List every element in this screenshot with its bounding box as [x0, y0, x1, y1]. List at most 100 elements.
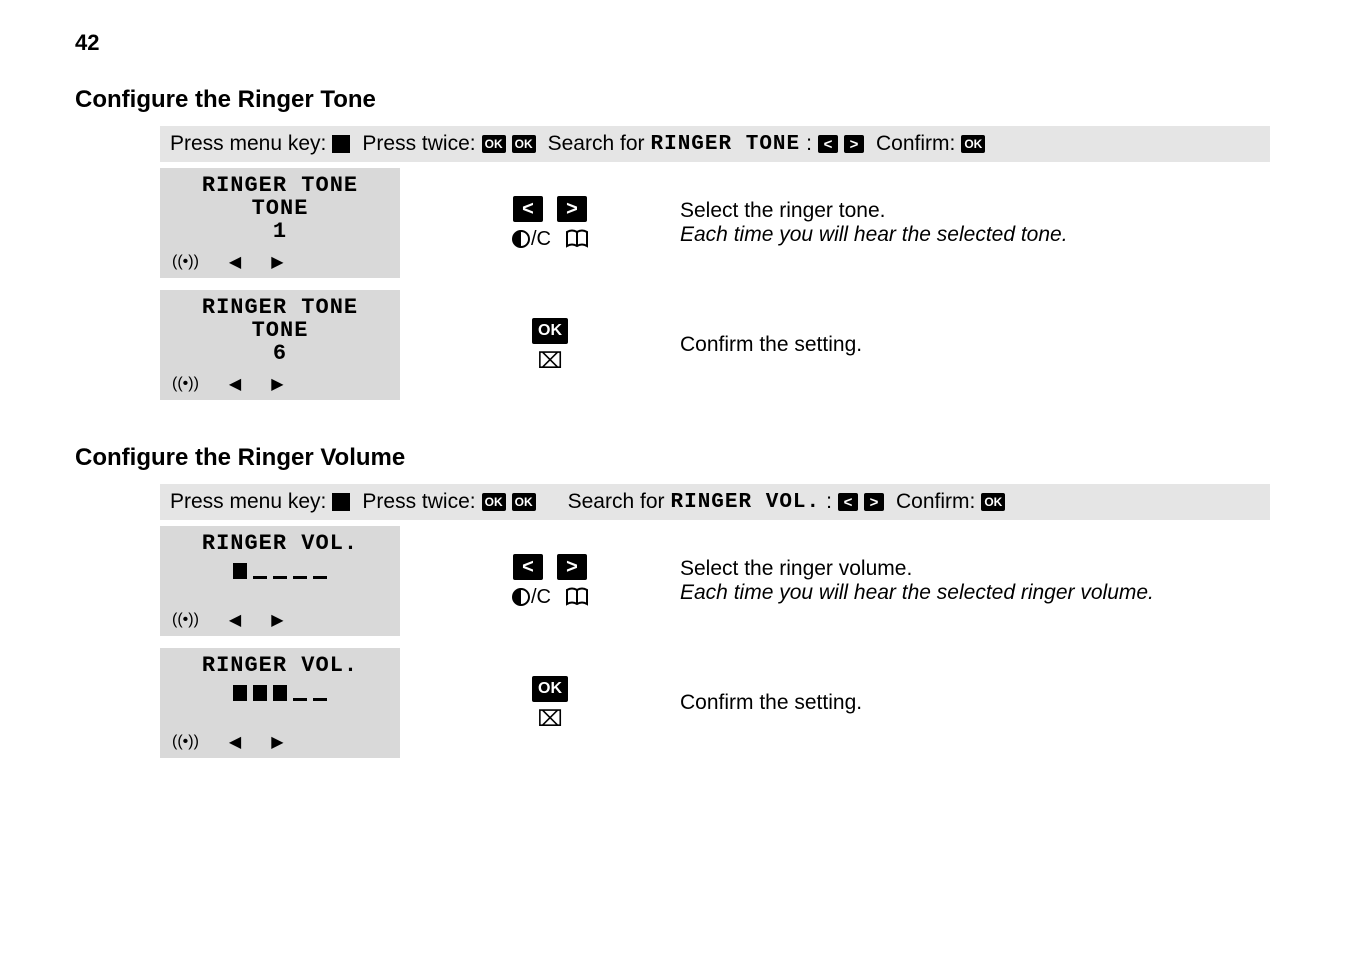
page-number: 42: [75, 30, 1270, 56]
menu-key-icon: [332, 135, 350, 153]
lcd-line: RINGER VOL.: [168, 654, 392, 677]
control-icons: OK ⌧: [440, 318, 660, 372]
right-triangle-icon: ▶: [271, 374, 283, 394]
ok-icon: OK: [532, 676, 568, 702]
right-triangle-icon: ▶: [271, 252, 283, 272]
search-target: RINGER VOL.: [671, 491, 821, 514]
instruction-bar-volume: Press menu key: Press twice: OK OK Searc…: [160, 484, 1270, 520]
step-description: Select the ringer tone. Each time you wi…: [680, 199, 1270, 247]
volume-bars: [168, 559, 392, 579]
left-arrow-icon: <: [838, 493, 858, 511]
volume-bar-empty: [293, 698, 307, 701]
ok-icon: OK: [512, 135, 536, 153]
menu-key-icon: [332, 493, 350, 511]
lcd-display: RINGER TONE TONE 1 ((•)) ◀ ▶: [160, 168, 400, 278]
ok-icon: OK: [981, 493, 1005, 511]
book-icon: [565, 587, 589, 607]
step-row-tone-confirm: RINGER TONE TONE 6 ((•)) ◀ ▶ OK ⌧ Confir…: [160, 284, 1270, 406]
lcd-line: TONE: [168, 197, 392, 220]
instr-search: Search for RINGER TONE: < >: [548, 132, 864, 156]
label: Press menu key:: [170, 132, 326, 156]
volume-bar-empty: [313, 698, 327, 701]
lcd-line: TONE: [168, 319, 392, 342]
lcd-display: RINGER VOL. ((•)) ◀ ▶: [160, 526, 400, 636]
desc-main: Select the ringer tone.: [680, 199, 1270, 223]
manual-page: 42 Configure the Ringer Tone Press menu …: [0, 0, 1345, 804]
section-title-ringer-tone: Configure the Ringer Tone: [75, 86, 1270, 114]
control-icons: < > /C: [440, 196, 660, 251]
book-icon: [565, 229, 589, 249]
ok-icon: OK: [482, 135, 506, 153]
instr-press-menu: Press menu key:: [170, 132, 350, 156]
control-icons: OK ⌧: [440, 676, 660, 730]
signal-icon: ((•)): [172, 375, 199, 393]
lcd-display: RINGER TONE TONE 6 ((•)) ◀ ▶: [160, 290, 400, 400]
step-row-vol-confirm: RINGER VOL. ((•)) ◀ ▶ OK ⌧ Confirm the s…: [160, 642, 1270, 764]
volume-bar-empty: [273, 576, 287, 579]
right-triangle-icon: ▶: [271, 732, 283, 752]
right-arrow-icon: >: [844, 135, 864, 153]
volume-bar-empty: [293, 576, 307, 579]
moon-c-icon: /C: [511, 586, 551, 609]
label: Search for: [548, 132, 645, 156]
lcd-line: RINGER TONE: [168, 174, 392, 197]
search-target: RINGER TONE: [651, 133, 801, 156]
control-icons: < > /C: [440, 554, 660, 609]
lcd-line: 1: [168, 220, 392, 243]
left-arrow-icon: <: [513, 554, 543, 580]
ok-icon: OK: [482, 493, 506, 511]
label: Confirm:: [876, 132, 955, 156]
section-title-ringer-volume: Configure the Ringer Volume: [75, 444, 1270, 472]
volume-bars: [168, 681, 392, 701]
left-triangle-icon: ◀: [229, 610, 241, 630]
volume-bar-filled: [233, 685, 247, 701]
label: Confirm:: [896, 490, 975, 514]
left-arrow-icon: <: [818, 135, 838, 153]
label: Press twice:: [362, 132, 475, 156]
c-label: /C: [531, 228, 551, 251]
desc-main: Confirm the setting.: [680, 691, 1270, 715]
signal-icon: ((•)): [172, 733, 199, 751]
volume-bar-empty: [253, 576, 267, 579]
instr-press-twice: Press twice: OK OK: [362, 490, 535, 514]
left-triangle-icon: ◀: [229, 374, 241, 394]
left-triangle-icon: ◀: [229, 252, 241, 272]
right-triangle-icon: ▶: [271, 610, 283, 630]
volume-bar-filled: [273, 685, 287, 701]
lcd-line: 6: [168, 342, 392, 365]
instr-confirm: Confirm: OK: [896, 490, 1005, 514]
instr-confirm: Confirm: OK: [876, 132, 985, 156]
volume-bar-filled: [233, 563, 247, 579]
label: Press menu key:: [170, 490, 326, 514]
desc-main: Confirm the setting.: [680, 333, 1270, 357]
cancel-box-icon: ⌧: [537, 350, 562, 372]
signal-icon: ((•)): [172, 611, 199, 629]
left-arrow-icon: <: [513, 196, 543, 222]
moon-c-icon: /C: [511, 228, 551, 251]
instr-press-menu: Press menu key:: [170, 490, 350, 514]
volume-bar-empty: [313, 576, 327, 579]
lcd-line: RINGER VOL.: [168, 532, 392, 555]
instr-press-twice: Press twice: OK OK: [362, 132, 535, 156]
right-arrow-icon: >: [557, 554, 587, 580]
step-description: Confirm the setting.: [680, 333, 1270, 357]
right-arrow-icon: >: [864, 493, 884, 511]
lcd-display: RINGER VOL. ((•)) ◀ ▶: [160, 648, 400, 758]
ok-icon: OK: [512, 493, 536, 511]
c-label: /C: [531, 586, 551, 609]
ok-icon: OK: [532, 318, 568, 344]
instruction-bar-tone: Press menu key: Press twice: OK OK Searc…: [160, 126, 1270, 162]
ok-icon: OK: [961, 135, 985, 153]
desc-main: Select the ringer volume.: [680, 557, 1270, 581]
step-row-tone-select: RINGER TONE TONE 1 ((•)) ◀ ▶ < > /C: [160, 162, 1270, 284]
instr-search: Search for RINGER VOL.: < >: [568, 490, 884, 514]
volume-bar-filled: [253, 685, 267, 701]
desc-note: Each time you will hear the selected ton…: [680, 223, 1270, 247]
step-description: Select the ringer volume. Each time you …: [680, 557, 1270, 605]
left-triangle-icon: ◀: [229, 732, 241, 752]
desc-note: Each time you will hear the selected rin…: [680, 581, 1270, 605]
label: Search for: [568, 490, 665, 514]
lcd-line: RINGER TONE: [168, 296, 392, 319]
right-arrow-icon: >: [557, 196, 587, 222]
step-description: Confirm the setting.: [680, 691, 1270, 715]
